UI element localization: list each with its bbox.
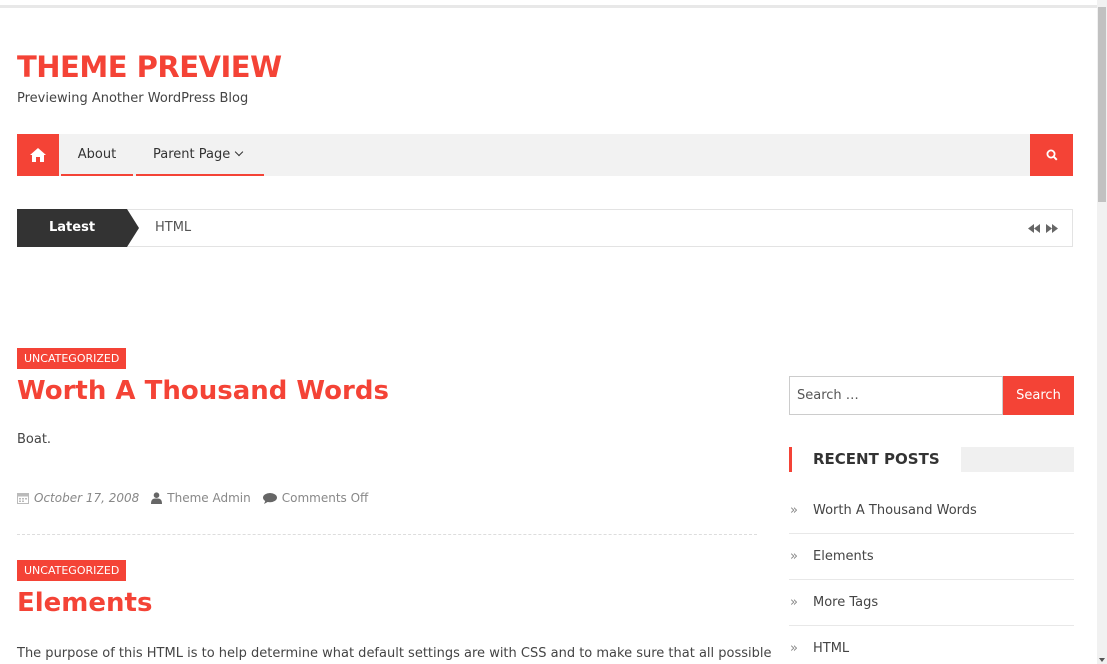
recent-posts-header: RECENT POSTS <box>789 447 1074 472</box>
widget-title-accent <box>789 447 792 472</box>
post-author[interactable]: Theme Admin <box>151 491 251 505</box>
site-description: Previewing Another WordPress Blog <box>17 91 249 106</box>
calendar-icon <box>17 493 29 504</box>
scroll-down-icon[interactable] <box>1099 658 1105 662</box>
comment-icon <box>262 492 277 504</box>
scrollbar-thumb[interactable] <box>1098 7 1106 202</box>
category-badge[interactable]: UNCATEGORIZED <box>17 560 127 581</box>
chevron-right-icon: » <box>790 595 798 610</box>
forward-icon[interactable] <box>1046 223 1058 233</box>
post-title[interactable]: Worth A Thousand Words <box>17 376 389 406</box>
chevron-right-icon: » <box>790 641 798 656</box>
ticker-controls <box>1028 210 1058 246</box>
ticker-label: Latest <box>17 209 139 247</box>
ticker-item[interactable]: HTML <box>155 210 191 246</box>
post-title[interactable]: Elements <box>17 588 152 618</box>
post-comments: Comments Off <box>262 491 368 505</box>
backward-icon[interactable] <box>1028 223 1040 233</box>
news-ticker: Latest HTML <box>17 209 1073 247</box>
sidebar-search: Search <box>789 376 1074 415</box>
site-title[interactable]: THEME PREVIEW <box>17 50 282 84</box>
post-date[interactable]: October 17, 2008 <box>17 491 139 505</box>
recent-posts-list: » Worth A Thousand Words » Elements » More … <box>789 488 1074 664</box>
post-excerpt: Boat. <box>17 432 52 447</box>
chevron-right-icon: » <box>790 549 798 564</box>
list-item[interactable]: » HTML <box>789 626 1074 664</box>
nav-item-parent-page[interactable]: Parent Page <box>136 134 264 176</box>
user-icon <box>151 492 163 504</box>
nav-home-button[interactable] <box>17 134 59 176</box>
list-item[interactable]: » Worth A Thousand Words <box>789 488 1074 534</box>
widget-title-fill <box>961 447 1074 472</box>
widget-title: RECENT POSTS <box>813 450 940 468</box>
nav-item-label: About <box>77 147 117 162</box>
nav-item-about[interactable]: About <box>61 134 133 176</box>
main-navigation: About Parent Page <box>17 134 1073 176</box>
top-border <box>0 5 1097 8</box>
home-icon <box>30 148 46 162</box>
nav-search-button[interactable] <box>1030 134 1073 176</box>
chevron-down-icon <box>234 147 244 157</box>
post-meta: October 17, 2008 Theme Admin Comments Of… <box>17 491 380 505</box>
chevron-right-icon: » <box>790 503 798 518</box>
list-item[interactable]: » Elements <box>789 534 1074 580</box>
category-badge[interactable]: UNCATEGORIZED <box>17 348 127 369</box>
nav-item-label: Parent Page <box>153 147 231 162</box>
scrollbar[interactable] <box>1097 0 1107 664</box>
list-item[interactable]: » More Tags <box>789 580 1074 626</box>
post-excerpt: The purpose of this HTML is to help dete… <box>17 646 772 661</box>
search-icon <box>1046 149 1058 161</box>
search-button[interactable]: Search <box>1003 376 1074 415</box>
search-input[interactable] <box>789 376 1003 415</box>
post-separator <box>17 534 757 535</box>
